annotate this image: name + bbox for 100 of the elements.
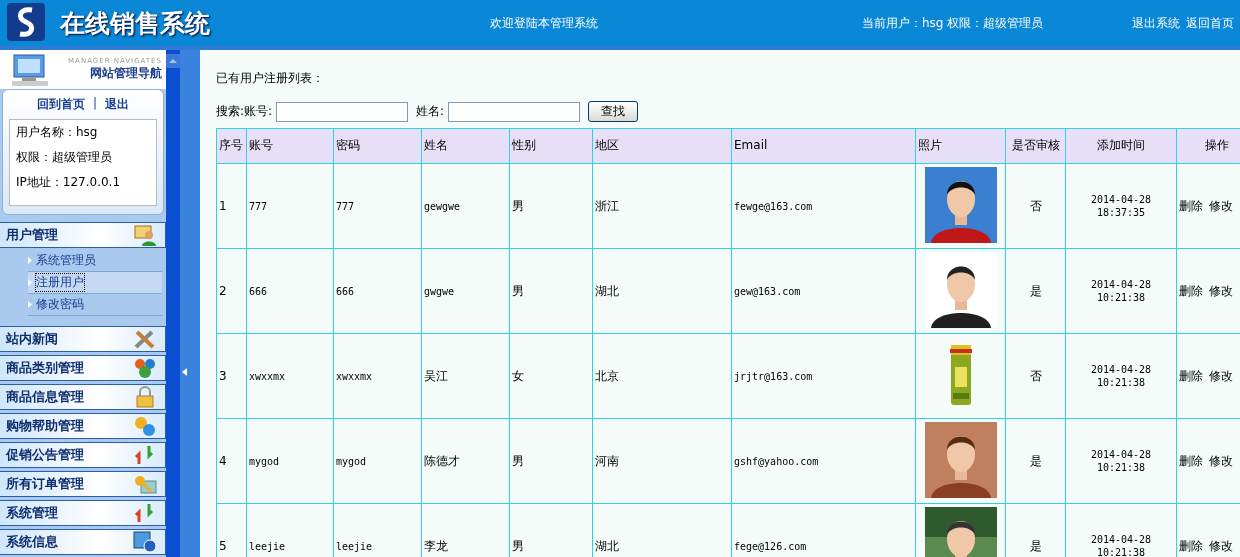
user-info-text: IP地址：127.0.0.1 <box>16 174 122 192</box>
edit-link[interactable]: 修改 <box>1209 367 1233 385</box>
date-cell: 2014-04-28 10:21:38 <box>1065 418 1177 504</box>
welcome-text: 欢迎登陆本管理系统 <box>490 14 598 32</box>
table-cell: gewgwe <box>421 163 510 249</box>
edit-link[interactable]: 修改 <box>1209 282 1233 300</box>
menu-group[interactable]: 促销公告管理 <box>0 442 166 469</box>
menu-group[interactable]: 购物帮助管理 <box>0 413 166 440</box>
menu-group[interactable]: 商品信息管理 <box>0 384 166 411</box>
header-link[interactable]: 退出系统 <box>1132 14 1180 32</box>
account-field[interactable] <box>276 101 409 122</box>
table-cell: 河南 <box>592 418 732 504</box>
table-cell: 666 <box>333 248 422 334</box>
table-cell: xwxxmx <box>333 333 422 419</box>
current-user-text: 当前用户：hsg 权限：超级管理员 <box>862 14 1044 32</box>
table-cell: 是 <box>1005 418 1066 504</box>
lock-icon <box>133 386 157 409</box>
table-cell: 湖北 <box>592 503 732 557</box>
table-cell: 666 <box>246 248 334 334</box>
table-cell: 777 <box>333 163 422 249</box>
bullet-icon <box>28 257 32 265</box>
column-header: 操作 <box>1176 128 1240 164</box>
search-button[interactable]: 查找 <box>588 101 639 122</box>
table-cell: 男 <box>509 248 593 334</box>
table-cell: gew@163.com <box>731 248 916 334</box>
scroll-up-icon[interactable] <box>166 54 180 68</box>
delete-link[interactable]: 删除 <box>1179 452 1203 470</box>
column-header: 地区 <box>592 128 732 164</box>
table-cell: 5 <box>216 503 247 557</box>
table-cell: 男 <box>509 418 593 504</box>
edit-link[interactable]: 修改 <box>1209 537 1233 555</box>
table-cell: 4 <box>216 418 247 504</box>
menu-group[interactable]: 商品类别管理 <box>0 355 166 382</box>
table-cell: 吴江 <box>421 333 510 419</box>
table-cell: 女 <box>509 333 593 419</box>
delete-link[interactable]: 删除 <box>1179 282 1203 300</box>
bullet-icon <box>28 301 32 309</box>
table-cell: 李龙 <box>421 503 510 557</box>
table-cell: 2 <box>216 248 247 334</box>
table-cell: gshf@yahoo.com <box>731 418 916 504</box>
logout-link[interactable]: 退出 <box>105 96 129 114</box>
logo-icon <box>6 1 46 42</box>
collapse-arrow-icon[interactable] <box>182 368 187 376</box>
user-info-text: 用户名称：hsg <box>16 124 99 142</box>
column-header: 添加时间 <box>1065 128 1177 164</box>
table-cell: 北京 <box>592 333 732 419</box>
list-heading: 已有用户注册列表： <box>216 70 325 87</box>
info-icon <box>133 531 157 554</box>
menu-item[interactable]: 修改密码 <box>28 294 162 317</box>
column-header: 是否审核 <box>1005 128 1066 164</box>
menu-group[interactable]: 站内新闻 <box>0 326 166 353</box>
table-cell: leejie <box>333 503 422 557</box>
table-cell: 湖北 <box>592 248 732 334</box>
table-cell: 1 <box>216 163 247 249</box>
table-cell: xwxxmx <box>246 333 334 419</box>
delete-link[interactable]: 删除 <box>1179 537 1203 555</box>
column-header: 序号 <box>216 128 247 164</box>
table-cell: 男 <box>509 163 593 249</box>
home-link[interactable]: 回到首页 <box>36 96 85 114</box>
delete-link[interactable]: 删除 <box>1179 197 1203 215</box>
separator-text: | <box>92 96 97 113</box>
menu-group[interactable]: 系统信息 <box>0 529 166 556</box>
name-label: 姓名: <box>416 103 445 120</box>
header-link[interactable]: 返回首页 <box>1186 14 1234 32</box>
table-cell: 否 <box>1005 333 1066 419</box>
table-cell: fewge@163.com <box>731 163 916 249</box>
menu-group[interactable]: 用户管理 <box>0 222 166 249</box>
column-header: 照片 <box>915 128 1006 164</box>
bullet-icon <box>28 279 32 287</box>
brand-title: 网站管理导航 <box>90 65 162 83</box>
user-info-text: 权限：超级管理员 <box>16 149 113 167</box>
edit-link[interactable]: 修改 <box>1209 452 1233 470</box>
date-cell: 2014-04-28 18:37:35 <box>1065 163 1177 249</box>
edit-link[interactable]: 修改 <box>1209 197 1233 215</box>
menu-group[interactable]: 系统管理 <box>0 500 166 527</box>
column-header: Email <box>731 128 916 164</box>
table-cell: gwgwe <box>421 248 510 334</box>
people-icon <box>133 357 157 380</box>
menu-group[interactable]: 所有订单管理 <box>0 471 166 498</box>
search-label: 搜索:账号: <box>216 103 273 120</box>
column-header: 密码 <box>333 128 422 164</box>
table-cell: 777 <box>246 163 334 249</box>
menu-item[interactable]: 注册用户 <box>28 272 162 295</box>
app-title: 在线销售系统 <box>60 7 211 40</box>
table-cell: 3 <box>216 333 247 419</box>
column-header: 性别 <box>509 128 593 164</box>
table-cell: 男 <box>509 503 593 557</box>
user-icon <box>133 224 157 247</box>
name-field[interactable] <box>448 101 581 122</box>
column-header: 姓名 <box>421 128 510 164</box>
table-cell: 浙江 <box>592 163 732 249</box>
table-cell: 否 <box>1005 163 1066 249</box>
delete-link[interactable]: 删除 <box>1179 367 1203 385</box>
date-cell: 2014-04-28 10:21:38 <box>1065 333 1177 419</box>
table-cell: jrjtr@163.com <box>731 333 916 419</box>
date-cell: 2014-04-28 10:21:38 <box>1065 248 1177 334</box>
table-cell: mygod <box>246 418 334 504</box>
table-cell: 陈德才 <box>421 418 510 504</box>
column-header: 账号 <box>246 128 334 164</box>
table-cell: mygod <box>333 418 422 504</box>
